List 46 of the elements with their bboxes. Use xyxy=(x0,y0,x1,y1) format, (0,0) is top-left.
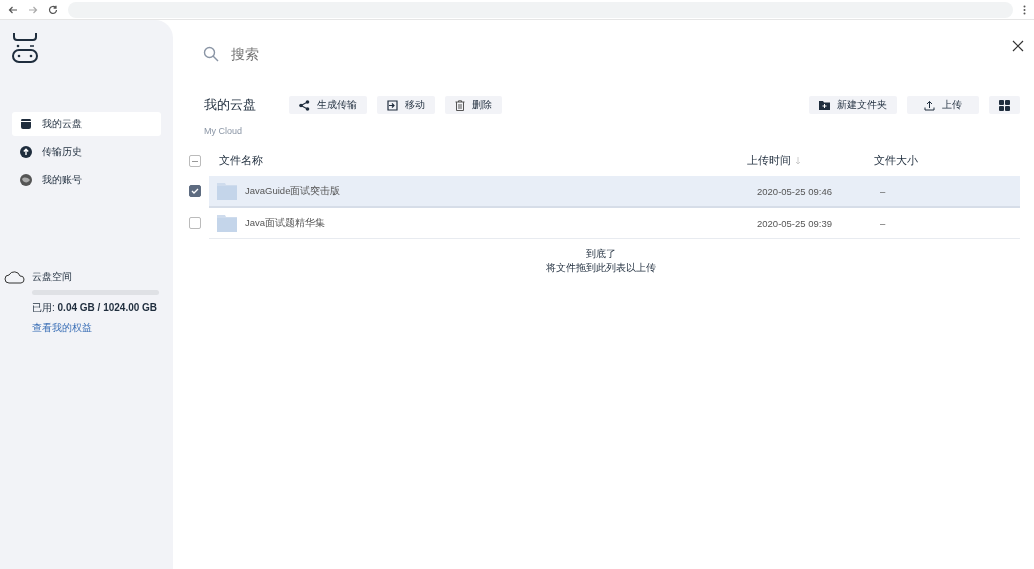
file-name[interactable]: JavaGuide面试突击版 xyxy=(245,184,341,198)
sidebar-item[interactable]: 我的账号 xyxy=(12,168,161,192)
select-all-checkbox[interactable] xyxy=(189,155,201,167)
search-icon xyxy=(203,46,219,62)
upload-icon xyxy=(20,146,32,158)
toolbar-button[interactable]: 删除 xyxy=(445,96,502,114)
cloud-icon xyxy=(4,270,26,284)
back-icon[interactable] xyxy=(8,4,18,15)
upload-icon xyxy=(924,99,935,111)
move-icon xyxy=(387,99,398,111)
benefits-link[interactable]: 查看我的权益 xyxy=(32,321,161,335)
file-name[interactable]: Java面试题精华集 xyxy=(245,216,326,230)
page-title: 我的云盘 xyxy=(204,96,256,114)
drawer-icon xyxy=(20,119,32,129)
row-checkbox[interactable] xyxy=(189,217,201,229)
toolbar-button[interactable]: 移动 xyxy=(377,96,435,114)
storage-usage: 已用: 0.04 GB / 1024.00 GB xyxy=(32,301,159,315)
reload-icon[interactable] xyxy=(48,4,58,15)
menu-icon[interactable] xyxy=(1023,4,1026,15)
file-size: – xyxy=(880,185,886,197)
column-header[interactable]: 上传时间 xyxy=(747,154,791,168)
storage-title: 云盘空间 xyxy=(32,270,73,284)
avatar-icon xyxy=(20,174,32,186)
page-subtitle: My Cloud xyxy=(203,126,243,136)
folder-icon xyxy=(819,100,830,110)
toolbar-button[interactable]: 上传 xyxy=(907,96,979,114)
sidebar-item[interactable]: 传输历史 xyxy=(12,140,161,164)
column-header[interactable]: 文件名称 xyxy=(219,154,263,168)
logo-icon xyxy=(12,32,38,64)
close-icon[interactable] xyxy=(1012,40,1024,52)
trash-icon xyxy=(455,99,465,111)
column-header[interactable]: 文件大小 xyxy=(874,154,918,168)
grid-view-icon[interactable] xyxy=(989,96,1020,114)
toolbar-button[interactable]: 新建文件夹 xyxy=(809,96,897,114)
minus-icon xyxy=(192,160,198,162)
toolbar-button[interactable]: 生成传输 xyxy=(289,96,367,114)
drop-hint: 将文件拖到此列表以上传 xyxy=(545,261,656,275)
end-of-list-text: 到底了 xyxy=(585,247,616,261)
folder-icon xyxy=(217,182,237,200)
upload-time: 2020-05-25 09:39 xyxy=(757,217,832,229)
file-size: – xyxy=(880,217,886,229)
share-icon xyxy=(299,99,310,111)
folder-icon xyxy=(217,214,237,232)
sidebar-item[interactable]: 我的云盘 xyxy=(12,112,161,136)
row-checkbox[interactable] xyxy=(189,185,201,197)
upload-time: 2020-05-25 09:46 xyxy=(757,185,832,197)
